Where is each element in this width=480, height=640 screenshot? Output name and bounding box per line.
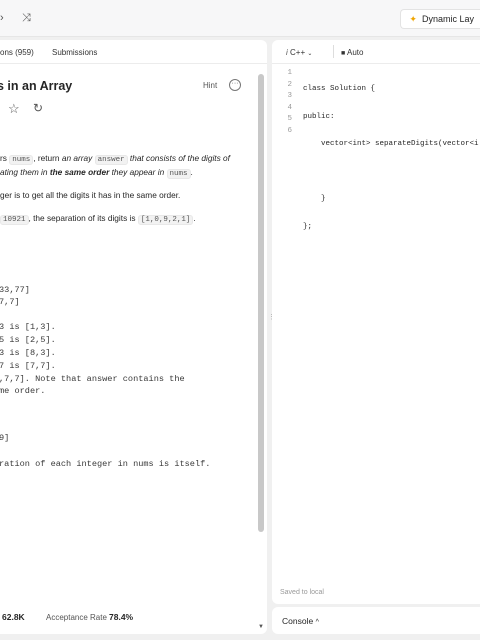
dynamic-layout-label: Dynamic Lay <box>421 14 474 24</box>
description-panel: ons (959) Submissions s in an Array Hint… <box>0 40 267 634</box>
description-tabs: ons (959) Submissions <box>0 40 267 64</box>
description-line-1: rs nums, return an array answer that con… <box>0 153 230 165</box>
tab-solutions[interactable]: ons (959) <box>0 48 34 57</box>
example-line: 3 is [1,3]. <box>0 322 56 332</box>
console-label: Console <box>282 616 314 626</box>
scroll-down-icon[interactable]: ▼ <box>258 624 264 630</box>
code-line[interactable] <box>303 167 479 179</box>
save-status: Saved to local <box>280 589 324 596</box>
desc-bold: the same order <box>49 167 110 177</box>
description-scrollbar-thumb[interactable] <box>258 74 264 532</box>
problem-stats: 62.8K Acceptance Rate 78.4% <box>0 610 267 626</box>
code-line[interactable]: }; <box>303 222 479 234</box>
desc-text: that consists of the digits of <box>127 153 230 163</box>
chevron-up-icon: ^ <box>315 619 319 626</box>
language-selector[interactable]: i C++ ⌄ <box>286 48 312 57</box>
code-line[interactable]: class Solution { <box>303 84 479 96</box>
auto-mode-label: Auto <box>347 48 364 57</box>
desc-text: , return <box>33 153 62 163</box>
star-icon[interactable]: ☆ <box>8 101 20 117</box>
code-line[interactable]: } <box>303 194 479 206</box>
line-number: 6 <box>287 126 292 135</box>
desc-text: an array <box>61 153 95 163</box>
toolbar-divider <box>333 45 334 58</box>
accepted-count: 62.8K <box>2 612 25 622</box>
example-line: me order. <box>0 386 46 396</box>
desc-text: rs <box>0 153 10 163</box>
example-line: 3 is [8,3]. <box>0 348 56 358</box>
example-line: ration of each integer in nums is itself… <box>0 459 211 469</box>
prev-question-icon[interactable]: › <box>0 12 4 24</box>
top-bar: › ⤨ ✦ Dynamic Lay <box>0 0 480 37</box>
editor-toolbar: i C++ ⌄ ■ Auto <box>272 40 480 64</box>
line-number: 2 <box>287 80 292 89</box>
example-line: 7,7] <box>0 297 20 307</box>
console-bar: Console ^ <box>272 607 480 634</box>
console-toggle[interactable]: Console ^ <box>282 616 319 626</box>
desc-text: . <box>190 167 193 177</box>
auto-mode-toggle[interactable]: ■ Auto <box>341 48 363 57</box>
example-line: 7 is [7,7]. <box>0 361 56 371</box>
example-line: ,7,7]. Note that answer contains the <box>0 374 185 384</box>
code-example-digits: [1,0,9,2,1] <box>137 215 194 225</box>
refresh-icon[interactable]: ↻ <box>33 101 43 115</box>
description-line-3: ger is to get all the digits it has in t… <box>0 190 181 200</box>
desc-text: they appear in <box>109 167 167 177</box>
code-line[interactable]: public: <box>303 112 479 124</box>
lock-icon: ■ <box>341 50 346 57</box>
description-line-2: ating them in the same order they appear… <box>0 167 193 179</box>
desc-text: . <box>193 213 196 223</box>
code-line[interactable]: vector<int> separateDigits(vector<i <box>303 139 479 151</box>
code-nums: nums <box>9 155 34 165</box>
code-nums: nums <box>166 169 191 179</box>
more-options-icon[interactable]: ··· <box>229 79 241 91</box>
panel-resize-handle[interactable]: ⋮ <box>268 314 275 330</box>
tab-submissions[interactable]: Submissions <box>52 48 97 57</box>
example-line: 9] <box>0 433 10 443</box>
shuffle-icon[interactable]: ⤨ <box>22 12 31 25</box>
line-numbers: 1 2 3 4 5 6 <box>272 68 296 138</box>
hint-button[interactable]: Hint <box>203 81 217 90</box>
line-number: 3 <box>287 92 292 101</box>
code-icon: i <box>286 48 288 57</box>
example-line: 5 is [2,5]. <box>0 335 56 345</box>
chevron-down-icon: ⌄ <box>307 51 313 57</box>
line-number: 1 <box>287 69 292 77</box>
dynamic-layout-button[interactable]: ✦ Dynamic Lay <box>400 9 480 29</box>
desc-text: , the separation of its digits is <box>28 213 138 223</box>
acceptance-rate-label: Acceptance Rate <box>46 613 107 622</box>
code-answer: answer <box>94 155 128 165</box>
code-area[interactable]: class Solution { public: vector<int> sep… <box>303 68 479 250</box>
example-line: 33,77] <box>0 285 30 295</box>
line-number: 4 <box>287 103 292 112</box>
language-label: C++ <box>290 48 306 57</box>
code-example-number: 10921 <box>0 215 29 225</box>
sparkle-icon: ✦ <box>409 14 417 24</box>
acceptance-rate-value: 78.4% <box>109 612 134 622</box>
description-line-4: 10921, the separation of its digits is [… <box>0 213 196 225</box>
line-number: 5 <box>287 115 292 124</box>
desc-text: ating them in <box>0 167 50 177</box>
problem-title: s in an Array <box>0 79 73 93</box>
code-editor-panel: i C++ ⌄ ■ Auto 1 2 3 4 5 6 class Solutio… <box>272 40 480 604</box>
